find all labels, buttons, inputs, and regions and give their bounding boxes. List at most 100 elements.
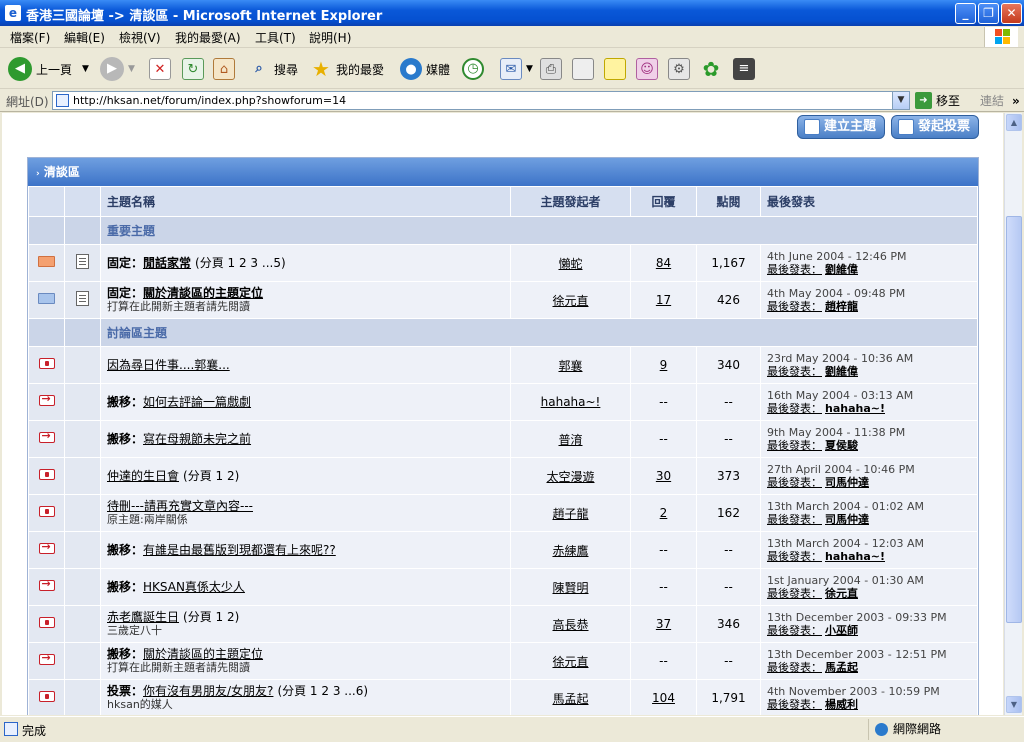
last-post-date[interactable]: 9th May 2004 - 11:38 PM [767, 426, 977, 439]
last-poster-link[interactable]: 趙梓龍 [825, 300, 858, 313]
last-poster-link[interactable]: 小巫師 [825, 624, 858, 637]
last-poster-link[interactable]: 徐元直 [825, 587, 858, 600]
extra-toolbar-button[interactable]: ≡ [733, 55, 755, 83]
search-button[interactable]: ⌕ 搜尋 [248, 55, 298, 83]
links-chevron-icon[interactable]: » [1012, 94, 1020, 108]
scroll-thumb[interactable] [1006, 216, 1022, 623]
last-post-label[interactable]: 最後發表： [767, 698, 822, 711]
favorites-button[interactable]: ★ 我的最愛 [310, 55, 384, 83]
topic-title-link[interactable]: 赤老鷹誕生日 [107, 610, 179, 624]
topic-replies[interactable]: 30 [656, 469, 671, 483]
topic-starter-link[interactable]: 普淯 [558, 433, 582, 447]
new-poll-button[interactable]: 發起投票 [890, 115, 979, 139]
last-post-date[interactable]: 13th March 2004 - 01:02 AM [767, 500, 977, 513]
topic-starter-link[interactable]: 陳賢明 [552, 581, 588, 595]
print-button[interactable]: ⎙ [540, 55, 562, 83]
topic-title-link[interactable]: 待刪---請再充實文章內容--- [107, 499, 253, 513]
mail-button[interactable]: ✉ ▼ [500, 55, 533, 83]
vertical-scrollbar[interactable]: ▲ ▼ [1004, 113, 1022, 715]
last-poster-link[interactable]: 司馬仲達 [825, 476, 869, 489]
last-poster-link[interactable]: 楊威利 [825, 698, 858, 711]
topic-pages[interactable]: (分頁 1 2) [183, 610, 239, 624]
topic-pages[interactable]: (分頁 1 2 3 ...5) [195, 256, 286, 270]
last-post-date[interactable]: 4th May 2004 - 09:48 PM [767, 287, 977, 300]
topic-starter-link[interactable]: 趙子龍 [552, 507, 588, 521]
last-post-label[interactable]: 最後發表： [767, 661, 822, 674]
media-button[interactable]: ● 媒體 [400, 55, 450, 83]
col-header-starter[interactable]: 主題發起者 [510, 186, 631, 217]
last-post-label[interactable]: 最後發表： [767, 439, 822, 452]
topic-starter-link[interactable]: 赤練鷹 [552, 544, 588, 558]
last-post-date[interactable]: 23rd May 2004 - 10:36 AM [767, 352, 977, 365]
topic-starter-link[interactable]: 徐元直 [552, 655, 588, 669]
topic-title-link[interactable]: 有誰是由最舊版到現都還有上來呢?? [143, 543, 336, 557]
window-title-bar[interactable]: e 香港三國論壇 -> 清談區 - Microsoft Internet Exp… [0, 0, 1024, 26]
forward-button[interactable]: ▶ ▼ [100, 55, 135, 83]
topic-pages[interactable]: (分頁 1 2 3 ...6) [277, 684, 368, 698]
back-button[interactable]: ◀ 上一頁 ▼ [8, 55, 89, 83]
last-post-date[interactable]: 13th December 2003 - 09:33 PM [767, 611, 977, 624]
new-topic-button[interactable]: 建立主題 [796, 115, 885, 139]
edit-button[interactable] [572, 55, 594, 83]
maximize-button[interactable]: ❐ [978, 3, 999, 24]
topic-title-link[interactable]: 如何去評論一篇戲劇 [143, 395, 251, 409]
stop-button[interactable]: ✕ [149, 55, 171, 83]
icq-button[interactable]: ✿ [700, 55, 722, 83]
last-post-label[interactable]: 最後發表： [767, 513, 822, 526]
history-button[interactable]: ◷ [462, 55, 484, 83]
topic-title-link[interactable]: 關於清談區的主題定位 [143, 647, 263, 661]
last-post-label[interactable]: 最後發表： [767, 476, 822, 489]
topic-replies[interactable]: 2 [660, 506, 668, 520]
topic-starter-link[interactable]: 太空漫遊 [546, 470, 594, 484]
topic-replies[interactable]: 84 [656, 256, 671, 270]
col-header-replies[interactable]: 回覆 [630, 186, 697, 217]
menu-view[interactable]: 檢視(V) [119, 29, 161, 46]
refresh-button[interactable]: ↻ [182, 55, 204, 83]
col-header-views[interactable]: 點閱 [696, 186, 761, 217]
last-poster-link[interactable]: 馬孟起 [825, 661, 858, 674]
col-header-name[interactable]: 主題名稱 [100, 186, 511, 217]
topic-starter-link[interactable]: 馬孟起 [552, 692, 588, 706]
discuss-button[interactable] [604, 55, 626, 83]
last-post-date[interactable]: 13th December 2003 - 12:51 PM [767, 648, 977, 661]
topic-title-link[interactable]: 寫在母親節未完之前 [143, 432, 251, 446]
last-post-date[interactable]: 1st January 2004 - 01:30 AM [767, 574, 977, 587]
topic-replies[interactable]: 17 [656, 293, 671, 307]
menu-edit[interactable]: 編輯(E) [64, 29, 105, 46]
minimize-button[interactable]: _ [955, 3, 976, 24]
topic-title-link[interactable]: 因為尋日件事....郭襄... [107, 358, 230, 372]
topic-starter-link[interactable]: 懶蛇 [558, 257, 582, 271]
last-poster-link[interactable]: hahaha~! [825, 550, 885, 563]
topic-title-link[interactable]: 關於清談區的主題定位 [143, 286, 263, 300]
topic-starter-link[interactable]: 高長恭 [552, 618, 588, 632]
last-poster-link[interactable]: 劉維偉 [825, 365, 858, 378]
scroll-up-icon[interactable]: ▲ [1006, 114, 1022, 131]
links-label[interactable]: 連結 [980, 92, 1004, 109]
last-post-label[interactable]: 最後發表： [767, 263, 822, 276]
topic-starter-link[interactable]: hahaha~! [541, 395, 601, 409]
last-post-label[interactable]: 最後發表： [767, 550, 822, 563]
go-button[interactable]: ➜ 移至 連結 » [915, 92, 1020, 109]
menu-file[interactable]: 檔案(F) [10, 29, 50, 46]
topic-replies[interactable]: 104 [652, 691, 675, 705]
last-post-date[interactable]: 16th May 2004 - 03:13 AM [767, 389, 977, 402]
topic-title-link[interactable]: HKSAN真係太少人 [143, 580, 245, 594]
topic-title-link[interactable]: 仲達的生日會 [107, 469, 179, 483]
last-poster-link[interactable]: 司馬仲達 [825, 513, 869, 526]
last-post-date[interactable]: 13th March 2004 - 12:03 AM [767, 537, 977, 550]
last-post-date[interactable]: 4th November 2003 - 10:59 PM [767, 685, 977, 698]
address-field[interactable]: http://hksan.net/forum/index.php?showfor… [52, 91, 910, 110]
last-poster-link[interactable]: 夏侯駿 [825, 439, 858, 452]
topic-starter-link[interactable]: 徐元直 [552, 294, 588, 308]
topic-title-link[interactable]: 你有沒有男朋友/女朋友? [143, 684, 273, 698]
address-dropdown-icon[interactable]: ▼ [892, 92, 909, 109]
last-poster-link[interactable]: 劉維偉 [825, 263, 858, 276]
last-poster-link[interactable]: hahaha~! [825, 402, 885, 415]
topic-starter-link[interactable]: 郭襄 [558, 359, 582, 373]
menu-help[interactable]: 說明(H) [309, 29, 351, 46]
last-post-label[interactable]: 最後發表： [767, 624, 822, 637]
topic-title-link[interactable]: 閒話家常 [143, 256, 191, 270]
menu-favorites[interactable]: 我的最愛(A) [175, 29, 241, 46]
topic-replies[interactable]: 9 [660, 358, 668, 372]
col-header-last[interactable]: 最後發表 [760, 186, 978, 217]
